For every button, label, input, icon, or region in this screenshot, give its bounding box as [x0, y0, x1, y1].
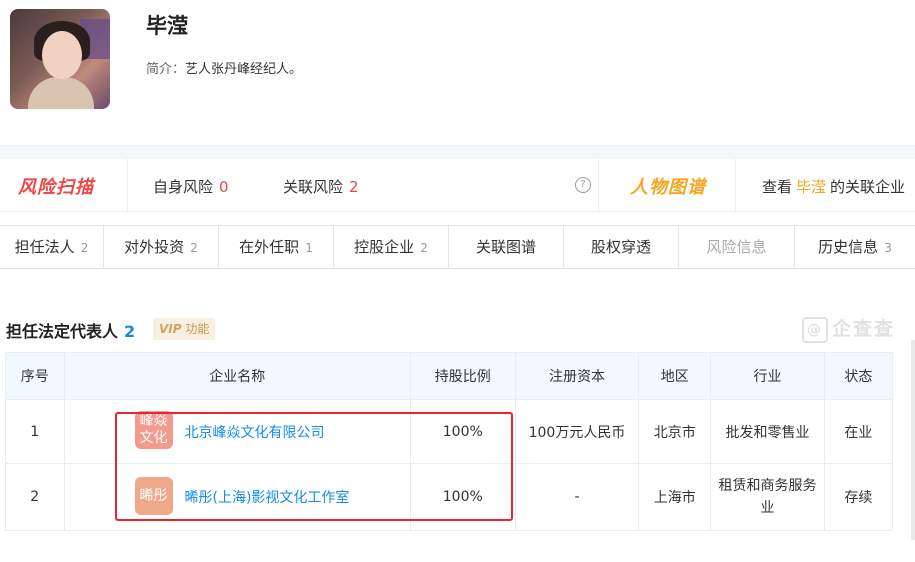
self-risk-count: 0 — [219, 178, 229, 196]
tab-holding-companies[interactable]: 控股企业 2 — [334, 226, 449, 268]
tab-bar: 担任法人 2 对外投资 2 在外任职 1 控股企业 2 关联图谱 股权穿透 风险信息 历… — [0, 225, 915, 269]
col-header-index: 序号 — [5, 352, 65, 400]
tab-label: 关联图谱 — [475, 238, 536, 256]
related-risk-label: 关联风险 — [283, 178, 344, 196]
col-header-status: 状态 — [823, 352, 894, 400]
tab-label: 控股企业 — [354, 238, 415, 256]
tab-label: 在外任职 — [239, 238, 300, 256]
section-count: 2 — [124, 322, 136, 341]
scrollbar[interactable] — [911, 340, 915, 540]
row-index: 1 — [5, 399, 65, 464]
tab-history[interactable]: 历史信息 3 — [795, 226, 915, 268]
intro-label: 简介： — [146, 62, 186, 77]
risk-scan-logo: 风险扫描 — [18, 177, 94, 198]
tab-positions[interactable]: 在外任职 1 — [219, 226, 334, 268]
vip-feature-badge[interactable]: VIP 功能 — [153, 318, 216, 340]
person-name: 毕滢 — [146, 14, 188, 38]
avatar[interactable] — [10, 9, 110, 109]
industry-cell: 租赁和商务服务业 — [710, 463, 825, 531]
table-header-row: 序号 企业名称 持股比例 注册资本 地区 行业 状态 — [5, 352, 894, 400]
tab-count: 2 — [80, 241, 89, 255]
divider — [127, 159, 128, 211]
capital-cell: - — [514, 463, 640, 531]
self-risk-link[interactable]: 自身风险 0 — [153, 176, 229, 197]
tab-count: 2 — [420, 241, 428, 255]
section-divider — [0, 145, 915, 160]
view-prefix: 查看 — [762, 178, 793, 196]
vip-icon: VIP — [159, 322, 182, 336]
col-header-share: 持股比例 — [409, 352, 516, 400]
vip-text: 功能 — [185, 322, 210, 336]
divider — [735, 159, 736, 211]
self-risk-label: 自身风险 — [153, 178, 214, 196]
tab-risk-info[interactable]: 风险信息 — [679, 226, 795, 268]
view-related-companies-link[interactable]: 查看 毕滢 的关联企业 — [762, 176, 905, 197]
section-title: 担任法定代表人 2 — [6, 318, 135, 342]
tab-label: 历史信息 — [818, 238, 879, 256]
row-index: 2 — [5, 463, 65, 531]
tab-equity-penetration[interactable]: 股权穿透 — [564, 226, 679, 268]
person-profile: 毕滢 简介：艺人张丹峰经纪人。 — [0, 0, 915, 145]
capital-cell: 100万元人民币 — [514, 399, 640, 464]
qcc-logo-icon: @ — [802, 316, 828, 343]
col-header-company: 企业名称 — [63, 352, 411, 400]
tab-investment[interactable]: 对外投资 2 — [104, 226, 219, 268]
person-intro: 简介：艺人张丹峰经纪人。 — [146, 58, 302, 77]
related-risk-count: 2 — [349, 178, 359, 196]
col-header-capital: 注册资本 — [514, 352, 640, 400]
tab-count: 1 — [305, 241, 313, 255]
help-icon[interactable]: ? — [575, 177, 591, 193]
tab-label: 风险信息 — [706, 238, 767, 256]
view-person-name: 毕滢 — [796, 178, 827, 196]
col-header-industry: 行业 — [710, 352, 825, 400]
intro-text: 艺人张丹峰经纪人。 — [185, 62, 303, 77]
divider — [598, 159, 599, 211]
status-badge: 存续 — [823, 463, 894, 531]
status-badge: 在业 — [823, 399, 894, 464]
person-graph-logo: 人物图谱 — [630, 177, 706, 198]
view-suffix: 的关联企业 — [830, 178, 906, 196]
risk-scan-bar: 风险扫描 自身风险 0 关联风险 2 ? 人物图谱 查看 毕滢 的关联企业 — [0, 159, 915, 212]
highlight-annotation-box — [115, 412, 513, 521]
tab-legal-rep[interactable]: 担任法人 2 — [0, 226, 104, 268]
tab-label: 对外投资 — [124, 238, 185, 256]
region-cell: 上海市 — [638, 463, 712, 531]
region-cell: 北京市 — [638, 399, 712, 464]
tab-count: 2 — [190, 241, 198, 255]
industry-cell: 批发和零售业 — [710, 399, 825, 464]
col-header-region: 地区 — [638, 352, 712, 400]
tab-count: 3 — [884, 241, 892, 255]
tab-label: 股权穿透 — [590, 238, 651, 256]
watermark: @ 企查查 — [802, 314, 895, 343]
related-risk-link[interactable]: 关联风险 2 — [283, 176, 359, 197]
tab-label: 担任法人 — [14, 238, 75, 256]
watermark-text: 企查查 — [832, 318, 896, 340]
tab-relation-graph[interactable]: 关联图谱 — [449, 226, 564, 268]
section-title-text: 担任法定代表人 — [6, 322, 119, 341]
